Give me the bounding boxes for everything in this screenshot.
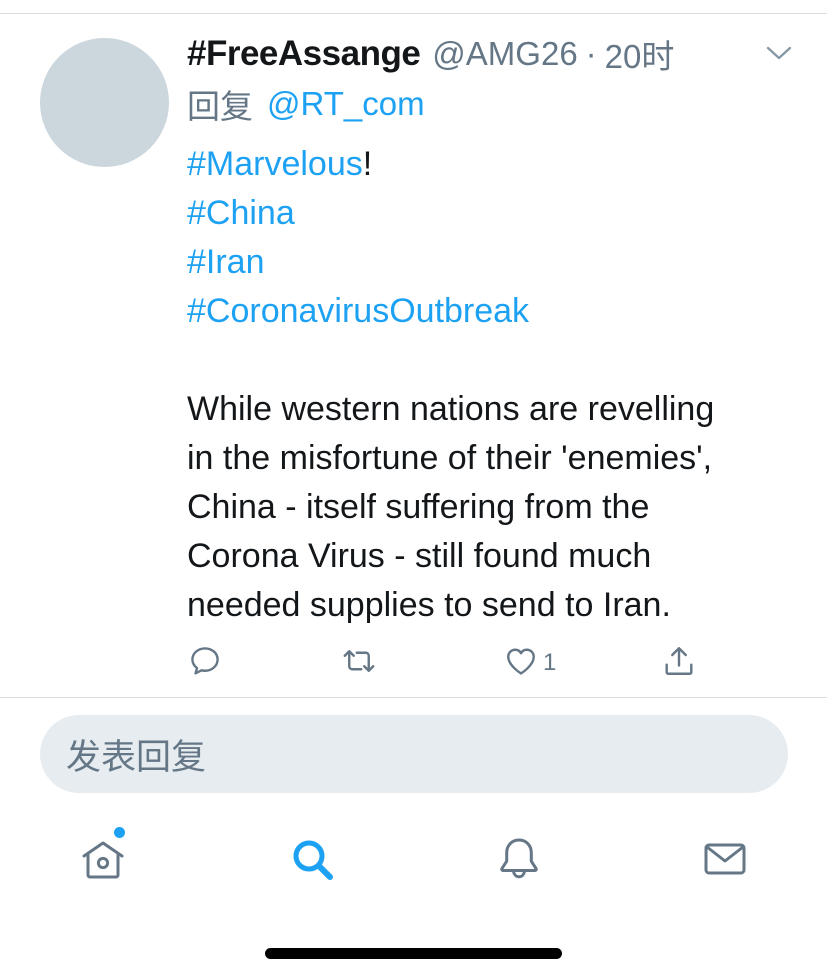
home-icon bbox=[78, 841, 128, 888]
tab-messages[interactable] bbox=[700, 834, 750, 884]
retweet-icon bbox=[341, 643, 377, 684]
tweet-body-line: needed supplies to send to Iran. bbox=[187, 586, 671, 624]
tweet-line-2: #China bbox=[187, 189, 807, 238]
hashtag-iran[interactable]: #Iran bbox=[187, 243, 265, 281]
top-divider bbox=[0, 13, 827, 14]
bell-icon bbox=[494, 838, 544, 888]
paragraph-break bbox=[187, 336, 807, 385]
tweet-text: #Marvelous! #China #Iran #CoronavirusOut… bbox=[187, 140, 807, 630]
reply-label: 回复 bbox=[187, 88, 253, 125]
separator-dot: · bbox=[585, 35, 597, 72]
avatar[interactable] bbox=[40, 38, 169, 167]
share-button[interactable] bbox=[661, 644, 697, 682]
tweet-line-1: #Marvelous! bbox=[187, 140, 807, 189]
share-icon bbox=[661, 643, 697, 684]
hashtag-coronavirus-outbreak[interactable]: #CoronavirusOutbreak bbox=[187, 292, 529, 330]
tab-notifications[interactable] bbox=[494, 834, 544, 884]
exclamation: ! bbox=[362, 145, 373, 183]
composer-divider bbox=[0, 697, 827, 698]
tweet-body-line: While western nations are revelling bbox=[187, 390, 715, 428]
tweet-time[interactable]: 20时 bbox=[605, 30, 675, 78]
tweet-actions: 1 bbox=[187, 640, 807, 686]
tab-search[interactable] bbox=[287, 834, 337, 884]
reply-context: 回复 @RT_com bbox=[187, 82, 425, 126]
reply-to-mention[interactable]: @RT_com bbox=[267, 85, 425, 123]
tweet-body-line: Corona Virus - still found much bbox=[187, 537, 652, 575]
reply-composer-placeholder: 发表回复 bbox=[66, 737, 207, 777]
tweet-body-line: China - itself suffering from the bbox=[187, 488, 650, 526]
tweet-header: #FreeAssange @AMG26 · 20时 bbox=[187, 32, 674, 76]
like-count: 1 bbox=[543, 649, 557, 676]
hashtag-marvelous[interactable]: #Marvelous bbox=[187, 145, 363, 183]
tweet-line-4: #CoronavirusOutbreak bbox=[187, 287, 807, 336]
tweet-line-3: #Iran bbox=[187, 238, 807, 287]
reply-button[interactable] bbox=[187, 644, 223, 682]
chevron-down-icon[interactable] bbox=[765, 44, 793, 62]
home-indicator[interactable] bbox=[265, 948, 562, 959]
new-content-badge bbox=[114, 827, 125, 838]
user-handle[interactable]: @AMG26 bbox=[432, 35, 577, 73]
tweet-body-line: in the misfortune of their 'enemies', bbox=[187, 439, 713, 477]
comment-icon bbox=[187, 643, 223, 684]
reply-composer[interactable]: 发表回复 bbox=[40, 715, 788, 793]
retweet-button[interactable] bbox=[341, 644, 377, 682]
search-icon bbox=[287, 840, 337, 888]
hashtag-china[interactable]: #China bbox=[187, 194, 295, 232]
tab-bar bbox=[0, 820, 827, 900]
tab-home[interactable] bbox=[78, 827, 128, 884]
like-button[interactable]: 1 bbox=[503, 644, 556, 682]
envelope-icon bbox=[700, 843, 750, 888]
display-name[interactable]: #FreeAssange bbox=[187, 34, 421, 74]
heart-icon bbox=[503, 643, 539, 684]
